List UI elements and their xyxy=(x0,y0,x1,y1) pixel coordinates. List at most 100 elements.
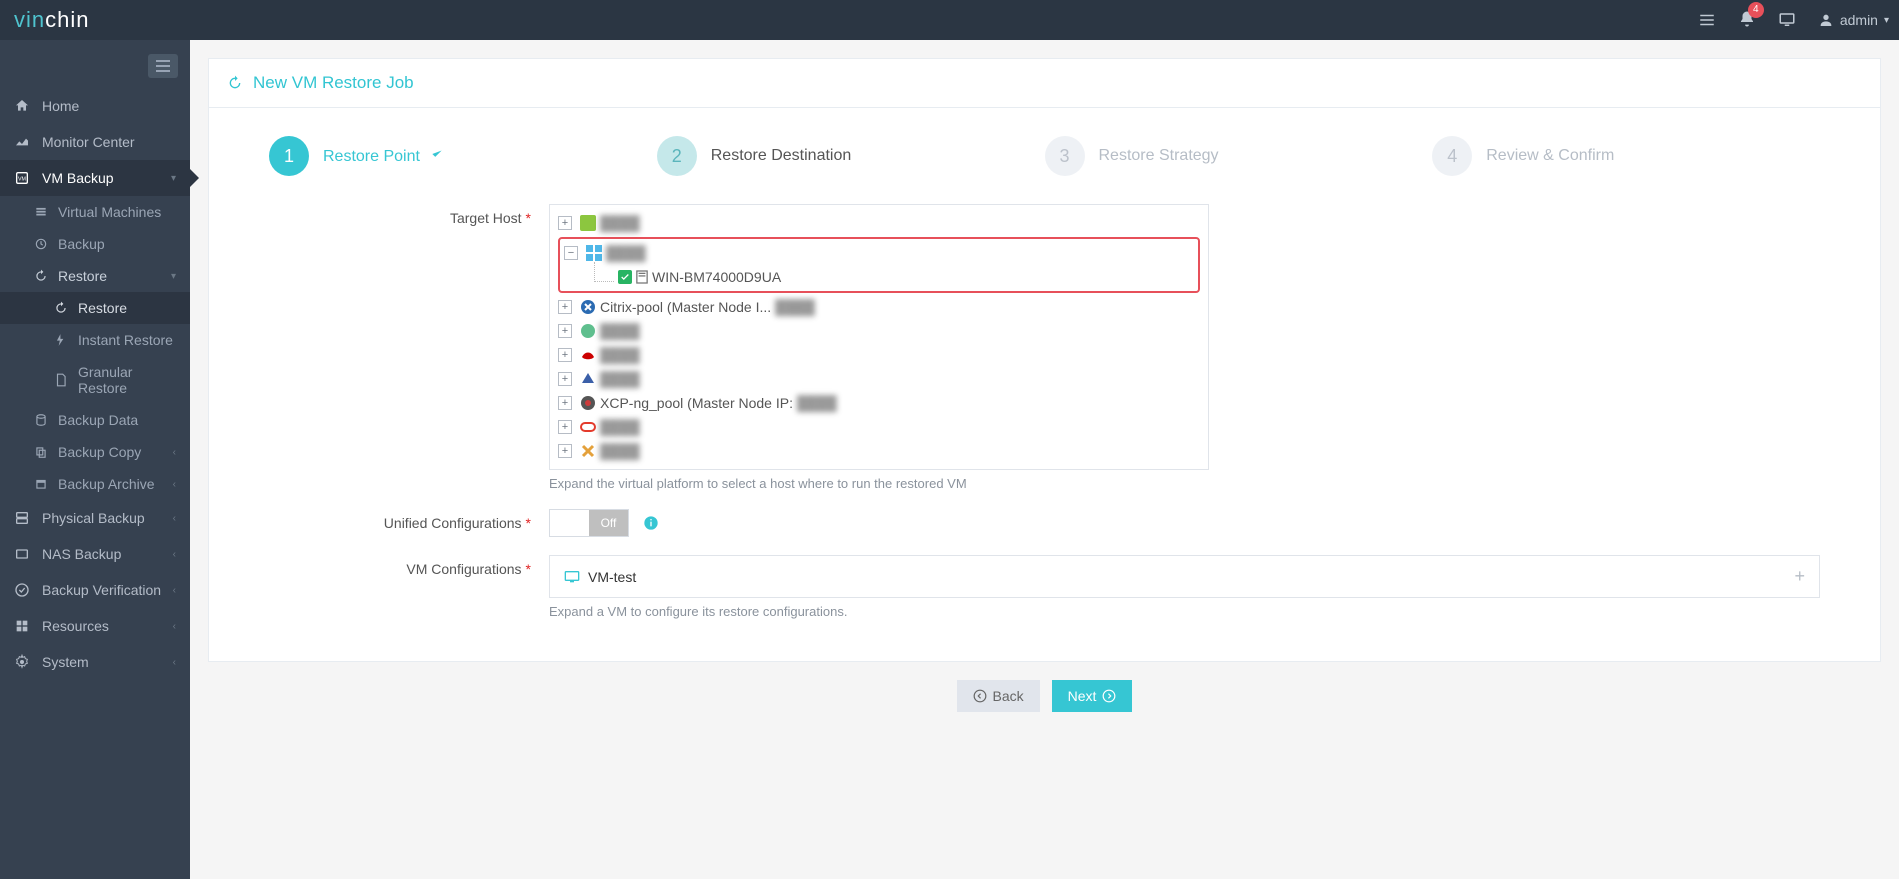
restore-icon xyxy=(34,269,48,283)
nav-backup-archive[interactable]: Backup Archive ‹ xyxy=(0,468,190,500)
host-name: WIN-BM74000D9UA xyxy=(652,267,781,287)
unified-conf-label: Unified Configurations* xyxy=(269,509,549,537)
plus-icon: + xyxy=(1794,566,1805,587)
vm-icon: VM xyxy=(14,170,30,186)
next-button[interactable]: Next xyxy=(1052,680,1133,712)
chevron-down-icon: ▾ xyxy=(171,271,176,282)
nav-system[interactable]: System ‹ xyxy=(0,644,190,680)
file-icon xyxy=(54,373,68,387)
log-icon[interactable] xyxy=(1698,11,1716,29)
topbar: vinchin 4 admin ▾ xyxy=(0,0,1899,40)
target-host-tree[interactable]: + ████ − ████ xyxy=(549,204,1209,470)
nav-home[interactable]: Home xyxy=(0,88,190,124)
user-icon xyxy=(1818,12,1834,28)
step-restore-strategy[interactable]: 3 Restore Strategy xyxy=(1045,136,1433,176)
vm-config-expander[interactable]: VM-test + xyxy=(549,555,1820,598)
expand-icon[interactable]: + xyxy=(558,216,572,230)
step-review-confirm[interactable]: 4 Review & Confirm xyxy=(1432,136,1820,176)
step-restore-destination[interactable]: 2 Restore Destination xyxy=(657,136,1045,176)
resources-icon xyxy=(14,618,30,634)
check-icon xyxy=(430,147,444,161)
platform-icon xyxy=(580,443,596,459)
notification-badge: 4 xyxy=(1748,2,1764,18)
tree-node[interactable]: + ████ xyxy=(558,343,1200,367)
nav-backup-copy[interactable]: Backup Copy ‹ xyxy=(0,436,190,468)
chevron-right-icon: ‹ xyxy=(173,549,176,560)
platform-icon xyxy=(580,371,596,387)
tree-node[interactable]: + Citrix-pool (Master Node I... ████ xyxy=(558,295,1200,319)
oracle-icon xyxy=(580,419,596,435)
restore-icon xyxy=(54,301,68,315)
expand-icon[interactable]: + xyxy=(558,420,572,434)
flash-icon xyxy=(54,333,68,347)
nav-backup[interactable]: Backup xyxy=(0,228,190,260)
nav-backup-data[interactable]: Backup Data xyxy=(0,404,190,436)
expand-icon[interactable]: + xyxy=(558,444,572,458)
nav-virtual-machines[interactable]: Virtual Machines xyxy=(0,196,190,228)
chevron-right-icon: ‹ xyxy=(173,479,176,490)
citrix-icon xyxy=(580,299,596,315)
unified-config-toggle[interactable]: Off xyxy=(549,509,629,537)
nav-instant-restore[interactable]: Instant Restore xyxy=(0,324,190,356)
backup-icon xyxy=(34,237,48,251)
nav-vm-backup[interactable]: VM VM Backup ▾ xyxy=(0,160,190,196)
wizard-buttons: Back Next xyxy=(208,662,1881,718)
server-icon xyxy=(14,510,30,526)
chevron-right-icon: ‹ xyxy=(173,657,176,668)
expand-icon[interactable]: + xyxy=(558,324,572,338)
chevron-right-icon: ‹ xyxy=(173,447,176,458)
arrow-left-icon xyxy=(973,689,987,703)
panel-title: New VM Restore Job xyxy=(209,59,1880,108)
tree-node-expanded[interactable]: − ████ xyxy=(564,241,1194,265)
target-host-label: Target Host* xyxy=(269,204,549,491)
verify-icon xyxy=(14,582,30,598)
sidebar-toggle[interactable] xyxy=(148,54,178,78)
vm-name: VM-test xyxy=(588,569,636,585)
expand-icon[interactable]: + xyxy=(558,372,572,386)
tree-guide xyxy=(594,262,614,282)
chevron-down-icon: ▾ xyxy=(171,173,176,184)
nav-physical-backup[interactable]: Physical Backup ‹ xyxy=(0,500,190,536)
tree-node[interactable]: + ████ xyxy=(558,439,1200,463)
nav-backup-verification[interactable]: Backup Verification ‹ xyxy=(0,572,190,608)
step-restore-point[interactable]: 1 Restore Point xyxy=(269,136,657,176)
sidebar: Home Monitor Center VM VM Backup ▾ Virtu… xyxy=(0,40,190,879)
platform-icon xyxy=(580,323,596,339)
back-button[interactable]: Back xyxy=(957,680,1040,712)
chevron-down-icon: ▾ xyxy=(1884,15,1889,26)
collapse-icon[interactable]: − xyxy=(564,246,578,260)
tree-node[interactable]: + ████ xyxy=(558,211,1200,235)
highlight-box: − ████ WIN-BM74000D9UA xyxy=(558,237,1200,293)
chevron-right-icon: ‹ xyxy=(173,513,176,524)
tree-node[interactable]: + ████ xyxy=(558,415,1200,439)
nav-nas-backup[interactable]: NAS Backup ‹ xyxy=(0,536,190,572)
vm-conf-label: VM Configurations* xyxy=(269,555,549,619)
nav-granular-restore[interactable]: Granular Restore xyxy=(0,356,190,404)
nas-icon xyxy=(14,546,30,562)
host-icon xyxy=(636,270,648,284)
user-menu[interactable]: admin ▾ xyxy=(1818,12,1889,28)
tree-node[interactable]: + XCP-ng_pool (Master Node IP: ████ xyxy=(558,391,1200,415)
username: admin xyxy=(1840,12,1878,28)
info-icon[interactable] xyxy=(643,515,659,531)
monitor-icon[interactable] xyxy=(1778,11,1796,29)
nav-monitor-center[interactable]: Monitor Center xyxy=(0,124,190,160)
notification-button[interactable]: 4 xyxy=(1738,10,1756,31)
home-icon xyxy=(14,98,30,114)
redhat-icon xyxy=(580,347,596,363)
nav-restore-sub[interactable]: Restore xyxy=(0,292,190,324)
vmware-icon xyxy=(580,215,596,231)
checkbox-checked[interactable] xyxy=(618,270,632,284)
tree-node-host[interactable]: WIN-BM74000D9UA xyxy=(564,265,1194,289)
wizard-steps: 1 Restore Point 2 Restore Destination 3 … xyxy=(209,108,1880,194)
nav-restore[interactable]: Restore ▾ xyxy=(0,260,190,292)
tree-node[interactable]: + ████ xyxy=(558,367,1200,391)
expand-icon[interactable]: + xyxy=(558,396,572,410)
tree-node[interactable]: + ████ xyxy=(558,319,1200,343)
expand-icon[interactable]: + xyxy=(558,348,572,362)
arrow-right-icon xyxy=(1102,689,1116,703)
chevron-right-icon: ‹ xyxy=(173,585,176,596)
expand-icon[interactable]: + xyxy=(558,300,572,314)
nav-resources[interactable]: Resources ‹ xyxy=(0,608,190,644)
vm-conf-help: Expand a VM to configure its restore con… xyxy=(549,604,1820,619)
